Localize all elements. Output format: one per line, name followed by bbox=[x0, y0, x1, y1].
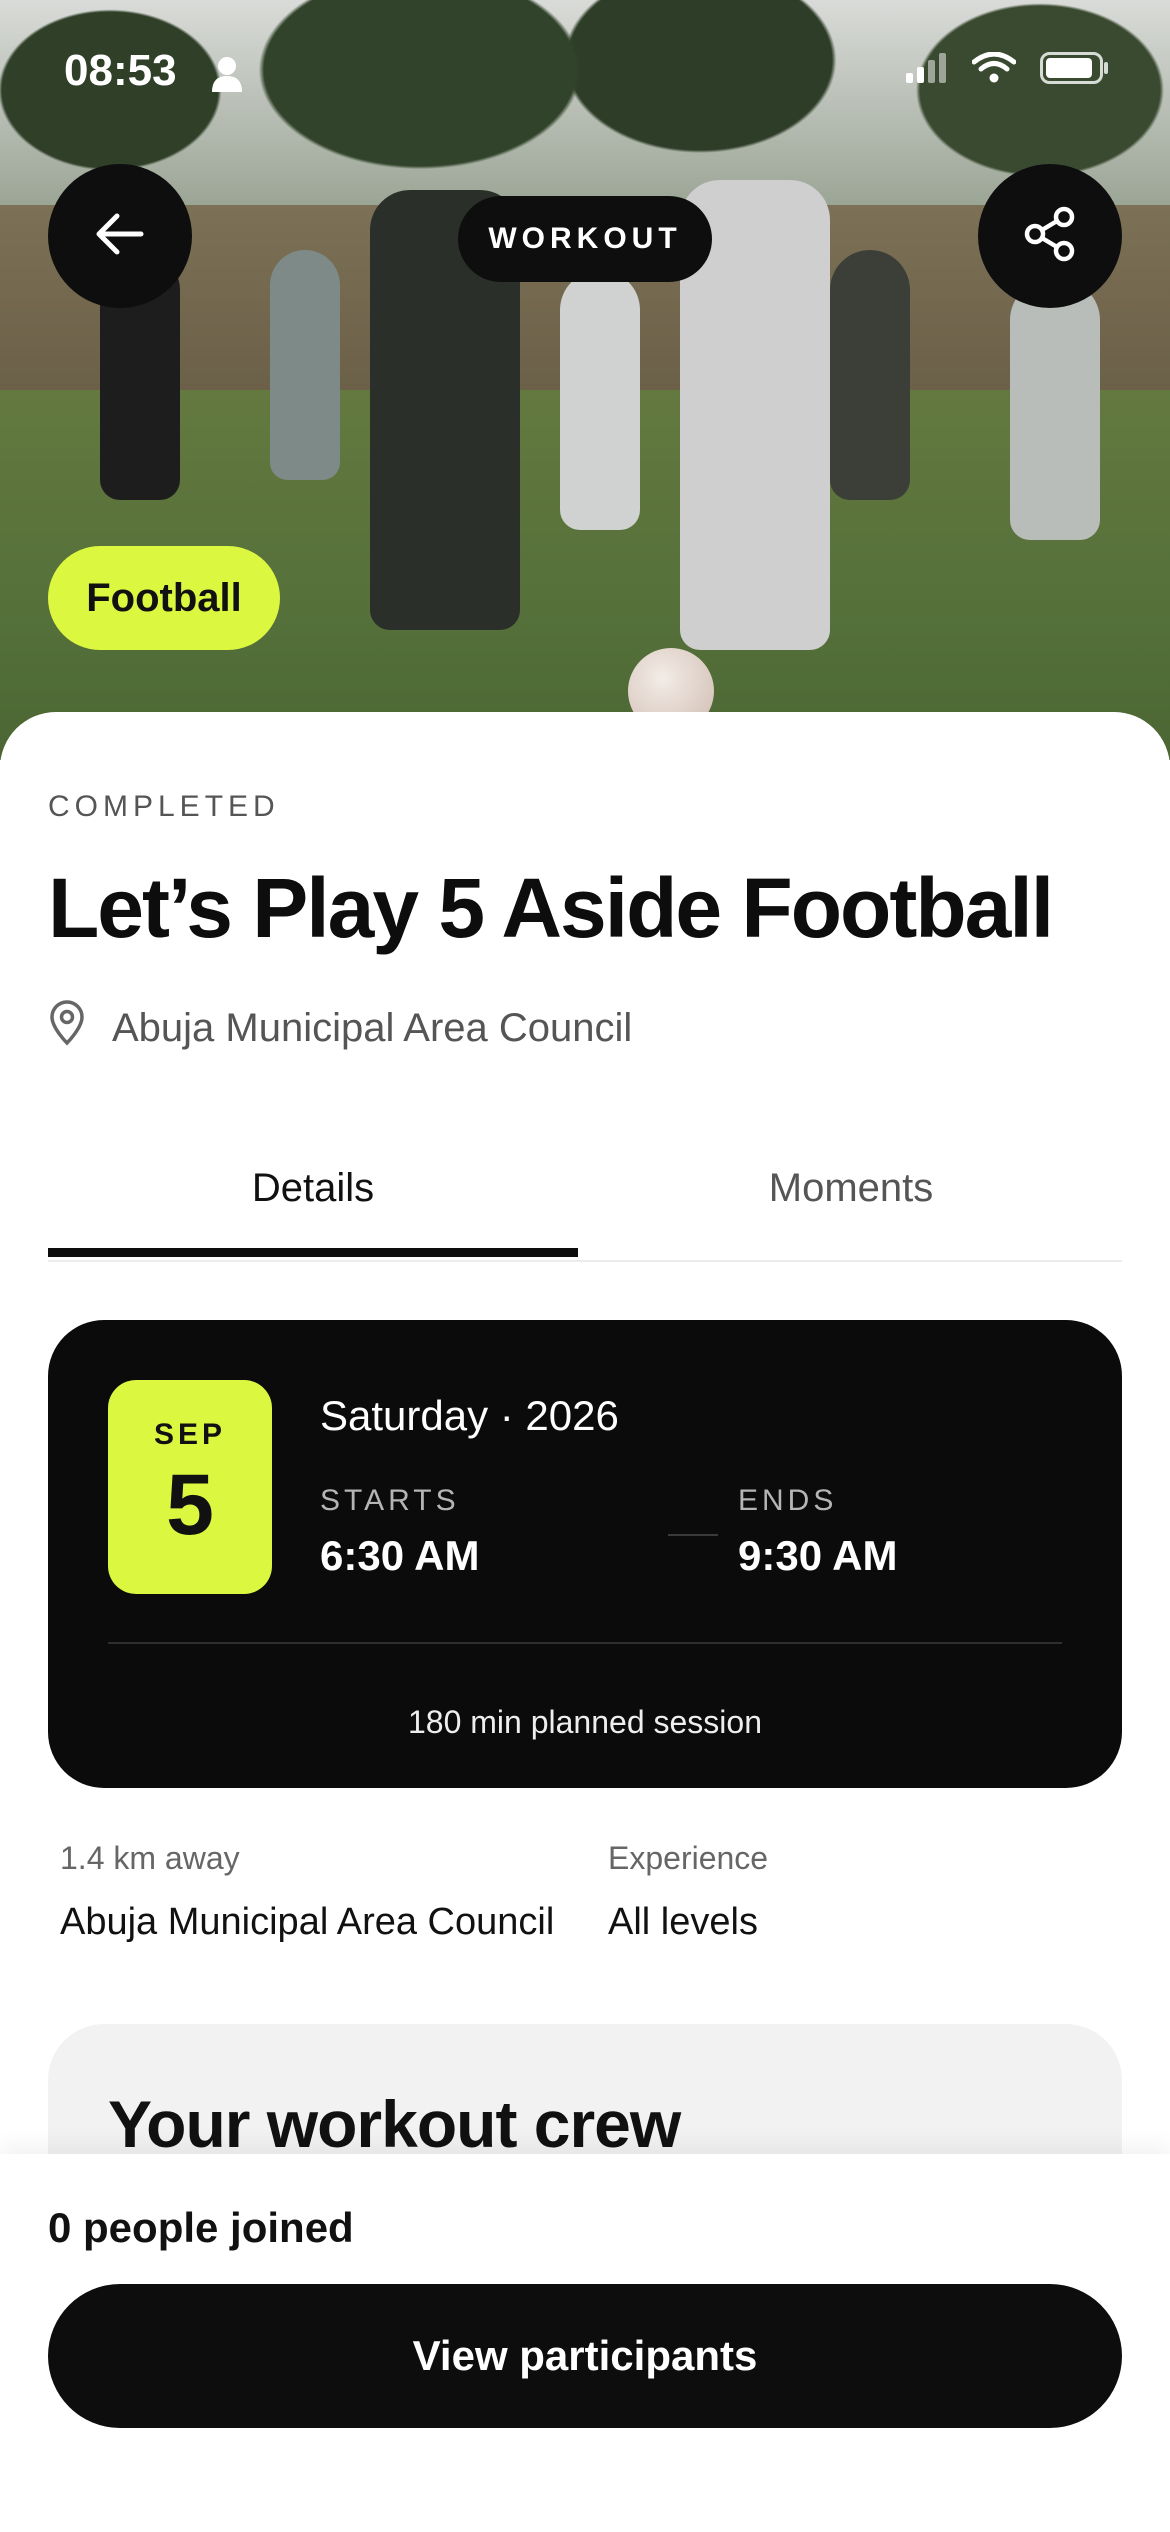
bottom-action-bar: 0 people joined View participants bbox=[0, 2154, 1170, 2532]
page-title: Let’s Play 5 Aside Football bbox=[48, 861, 1054, 955]
battery-icon bbox=[1040, 52, 1110, 89]
day-year: Saturday · 2026 bbox=[320, 1392, 619, 1439]
distance-value: Abuja Municipal Area Council bbox=[60, 1901, 555, 1943]
tab-moments[interactable]: Moments bbox=[586, 1120, 1116, 1256]
share-button[interactable] bbox=[978, 164, 1122, 308]
session-note: 180 min planned session bbox=[407, 1704, 762, 1740]
signal-icon bbox=[906, 53, 948, 88]
back-button[interactable] bbox=[48, 164, 192, 308]
sport-badge: Football bbox=[48, 546, 280, 650]
starts-label: STARTS bbox=[320, 1484, 460, 1517]
share-icon bbox=[1022, 206, 1078, 267]
category-pill: WORKOUT bbox=[458, 196, 712, 282]
date-month: SEP bbox=[153, 1418, 227, 1451]
card-divider bbox=[108, 1642, 1062, 1644]
ends-time: 9:30 AM bbox=[738, 1532, 898, 1579]
location-text: Abuja Municipal Area Council bbox=[112, 1005, 633, 1050]
distance-info: 1.4 km away Abuja Municipal Area Council bbox=[60, 1840, 554, 1944]
experience-info: Experience All levels bbox=[608, 1840, 768, 1944]
date-badge: SEP 5 bbox=[108, 1380, 272, 1594]
date-day: 5 bbox=[166, 1457, 214, 1553]
view-participants-button[interactable]: View participants bbox=[48, 2284, 1122, 2428]
ends-label: ENDS bbox=[738, 1484, 838, 1517]
distance-label: 1.4 km away bbox=[60, 1840, 240, 1876]
location-pin-icon bbox=[48, 1000, 86, 1056]
person-icon bbox=[210, 56, 244, 97]
schedule-card: SEP 5 Saturday · 2026 STARTS 6:30 AM END… bbox=[48, 1320, 1122, 1788]
starts-time: 6:30 AM bbox=[320, 1532, 480, 1579]
arrow-left-icon bbox=[95, 212, 145, 261]
status-time: 08:53 bbox=[64, 46, 177, 95]
tab-details[interactable]: Details bbox=[48, 1120, 578, 1256]
crew-title: Your workout crew bbox=[108, 2087, 681, 2161]
event-status: COMPLETED bbox=[48, 790, 280, 823]
time-separator bbox=[668, 1534, 718, 1536]
event-location: Abuja Municipal Area Council bbox=[48, 1000, 632, 1056]
active-tab-indicator bbox=[48, 1248, 578, 1257]
experience-value: All levels bbox=[608, 1901, 758, 1943]
joined-count: 0 people joined bbox=[48, 2204, 354, 2251]
wifi-icon bbox=[971, 51, 1017, 89]
status-bar: 08:53 bbox=[0, 0, 1170, 140]
tab-bar: Details Moments bbox=[48, 1120, 1122, 1262]
experience-label: Experience bbox=[608, 1840, 769, 1876]
